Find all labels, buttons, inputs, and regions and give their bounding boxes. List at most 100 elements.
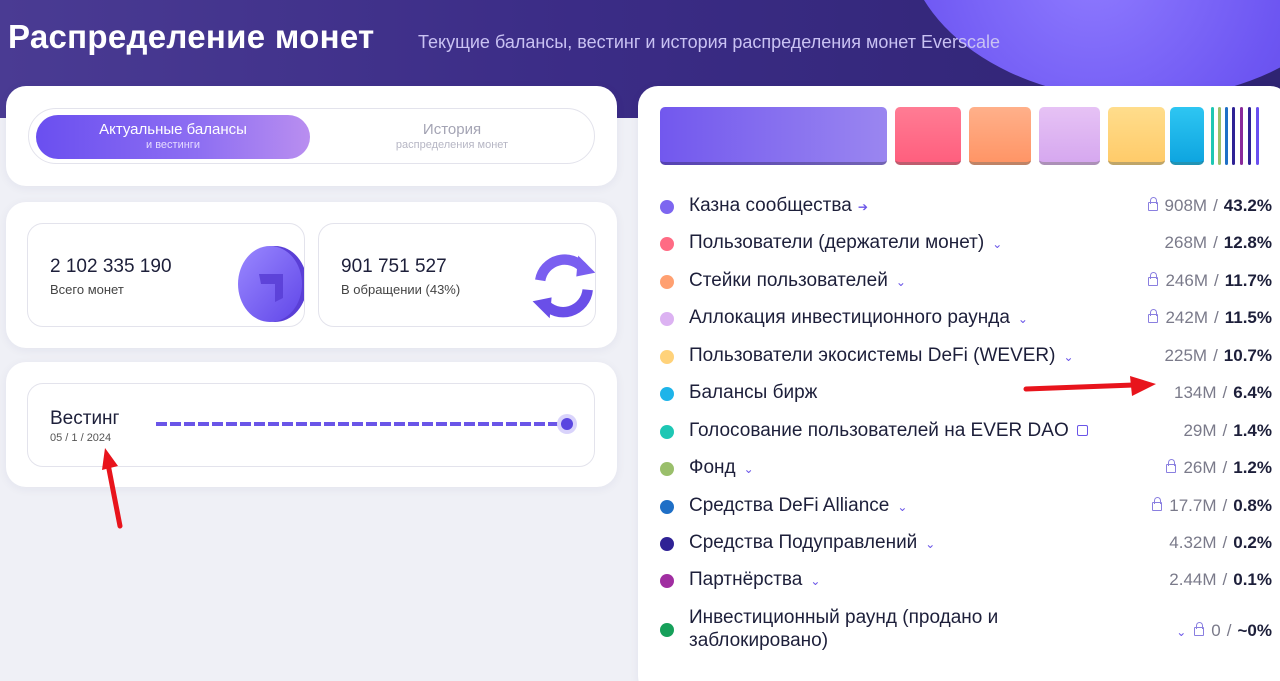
list-item[interactable]: Пользователи (держатели монет) ⌄ 268M / 12.… — [660, 225, 1272, 261]
item-label: Фонд — [689, 457, 736, 478]
item-label: Партнёрства — [689, 569, 803, 590]
chevron-down-icon[interactable]: ⌄ — [1176, 625, 1186, 639]
item-label: Инвестиционный раунд (продано и заблокир… — [689, 607, 999, 651]
distribution-bars — [660, 107, 1280, 167]
legend-dot — [660, 462, 674, 476]
list-item[interactable]: Балансы бирж 134M / 6.4% — [660, 375, 1272, 411]
legend-dot — [660, 200, 674, 214]
list-item[interactable]: Партнёрства ⌄ 2.44M / 0.1% — [660, 562, 1272, 598]
view-tabs: Актуальные балансы и вестинги История ра… — [28, 108, 595, 164]
separator: / — [1213, 233, 1218, 252]
list-item[interactable]: Средства DeFi Alliance ⌄ 17.7M / 0.8% — [660, 488, 1272, 524]
chevron-down-icon[interactable]: ⌄ — [744, 462, 754, 476]
vesting-title: Вестинг — [50, 408, 120, 429]
item-amount: 17.7M — [1169, 496, 1217, 515]
item-label: Пользователи (держатели монет) — [689, 232, 985, 253]
item-amount: 908M — [1164, 196, 1208, 215]
tab-label: История — [422, 121, 482, 138]
lock-icon — [1166, 459, 1177, 473]
lock-icon — [1147, 197, 1158, 211]
item-amount: 26M — [1183, 458, 1217, 477]
circulating-supply-stat: 901 751 527 В обращении (43%) — [318, 223, 596, 327]
tab-history[interactable]: История распределения монет — [315, 115, 589, 159]
separator: / — [1213, 196, 1218, 215]
item-percent: 0.1% — [1233, 570, 1272, 589]
stat-label: Всего монет — [50, 282, 124, 297]
list-item[interactable]: Аллокация инвестиционного раунда ⌄ 242M / 1… — [660, 300, 1272, 336]
distribution-bar — [1240, 107, 1243, 165]
item-percent: 11.5% — [1224, 308, 1272, 327]
chevron-down-icon[interactable]: ⌄ — [1018, 312, 1028, 326]
item-amount: 0 — [1211, 621, 1221, 640]
total-supply-stat: 2 102 335 190 Всего монет — [27, 223, 305, 327]
item-percent: 1.2% — [1233, 458, 1272, 477]
item-amount: 242M — [1165, 308, 1208, 327]
page-title: Распределение монет — [8, 18, 375, 55]
item-label: Балансы бирж — [689, 382, 818, 403]
legend-dot — [660, 623, 674, 637]
tab-sublabel: и вестинги — [146, 139, 200, 151]
lock-icon — [1148, 272, 1159, 286]
separator: / — [1222, 421, 1228, 440]
distribution-bar — [1211, 107, 1214, 165]
distribution-bar — [1039, 107, 1100, 165]
tab-sublabel: распределения монет — [395, 139, 509, 151]
external-link-icon[interactable] — [1076, 425, 1088, 437]
chevron-down-icon[interactable]: ⌄ — [897, 500, 907, 514]
legend-dot — [660, 350, 674, 364]
separator: / — [1226, 621, 1232, 640]
distribution-bar — [1218, 107, 1221, 165]
item-percent: 43.2% — [1223, 196, 1272, 215]
item-label: Аллокация инвестиционного раунда — [689, 307, 1010, 328]
distribution-bar — [1225, 107, 1228, 165]
item-label: Средства Подуправлений — [689, 532, 918, 553]
item-percent: ~0% — [1237, 621, 1273, 640]
chevron-down-icon[interactable]: ⌄ — [992, 237, 1002, 251]
item-amount: 134M — [1173, 383, 1217, 402]
stat-label: В обращении (43%) — [341, 282, 461, 297]
item-percent: 12.8% — [1223, 233, 1272, 252]
tab-label: Актуальные балансы — [99, 121, 247, 138]
separator: / — [1214, 271, 1219, 290]
chevron-down-icon[interactable]: ⌄ — [1063, 350, 1073, 364]
chevron-down-icon[interactable]: ⌄ — [925, 537, 935, 551]
item-percent: 11.7% — [1224, 271, 1272, 290]
item-amount: 225M — [1164, 346, 1208, 365]
list-item[interactable]: Голосование пользователей на EVER DAO 29… — [660, 413, 1272, 449]
list-item[interactable]: Средства Подуправлений ⌄ 4.32M / 0.2% — [660, 525, 1272, 561]
chevron-down-icon[interactable]: ⌄ — [896, 275, 906, 289]
separator: / — [1222, 458, 1228, 477]
item-percent: 0.8% — [1233, 496, 1272, 515]
page-subtitle: Текущие балансы, вестинг и история распр… — [418, 32, 1000, 52]
annotation-arrow-up — [102, 448, 123, 529]
legend-dot — [660, 574, 674, 588]
item-percent: 0.2% — [1233, 533, 1272, 552]
list-item[interactable]: Инвестиционный раунд (продано и заблокир… — [660, 606, 1272, 654]
list-item[interactable]: Казна сообщества ➔ 908M / 43.2% — [660, 188, 1272, 224]
item-label: Голосование пользователей на EVER DAO — [689, 420, 1069, 441]
distribution-bar — [660, 107, 887, 165]
view-tabs-card: Актуальные балансы и вестинги История ра… — [6, 86, 617, 186]
item-amount: 246M — [1165, 271, 1208, 290]
list-item[interactable]: Стейки пользователей ⌄ 246M / 11.7% — [660, 263, 1272, 299]
list-item[interactable]: Пользователи экосистемы DeFi (WEVER) ⌄ 22… — [660, 338, 1272, 374]
item-amount: 268M — [1164, 233, 1208, 252]
lock-icon — [1194, 622, 1205, 636]
lock-icon — [1148, 309, 1159, 323]
coin-arrow-icon — [238, 246, 304, 322]
vesting-timeline-slider[interactable] — [154, 414, 578, 434]
separator: / — [1222, 383, 1228, 402]
tab-current-balances[interactable]: Актуальные балансы и вестинги — [36, 115, 310, 159]
distribution-bar — [969, 107, 1031, 165]
supply-stats-card: 2 102 335 190 Всего монет 901 751 527 В … — [6, 202, 617, 348]
chevron-down-icon[interactable]: ⌄ — [810, 574, 820, 588]
distribution-bar — [895, 107, 961, 165]
distribution-bar — [1170, 107, 1204, 165]
item-label: Стейки пользователей — [689, 270, 888, 291]
arrow-right-icon[interactable]: ➔ — [858, 200, 868, 214]
separator: / — [1222, 570, 1228, 589]
list-item[interactable]: Фонд ⌄ 26M / 1.2% — [660, 450, 1272, 486]
lock-icon — [1152, 497, 1163, 511]
item-label: Пользователи экосистемы DeFi (WEVER) — [689, 345, 1056, 366]
separator: / — [1214, 308, 1219, 327]
